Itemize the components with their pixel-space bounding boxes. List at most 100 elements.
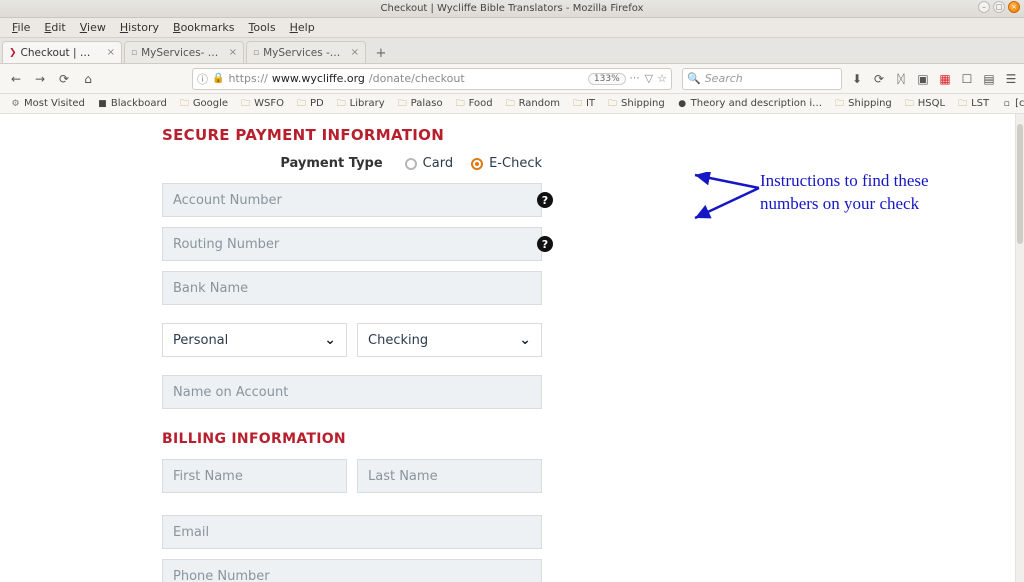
bookmark-item[interactable]: 🗀PD [292,97,328,110]
account-kind-select[interactable]: Checking ⌄ [357,323,542,357]
toolbar-icon-0[interactable]: ⬇ [850,72,864,86]
bookmark-label: [cpufreq] [1015,98,1024,109]
scrollbar-thumb[interactable] [1017,124,1023,244]
toolbar-icon-5[interactable]: ☐ [960,72,974,86]
bookmark-item[interactable]: 🗀Food [451,97,497,110]
menu-help[interactable]: Help [284,19,321,36]
bookmark-item[interactable]: 🗀Shipping [603,97,669,110]
window-minimize-button[interactable]: – [978,1,990,13]
bookmark-item[interactable]: 🗀Shipping [830,97,896,110]
toolbar-icon-6[interactable]: ▤ [982,72,996,86]
bookmark-label: Random [519,98,560,109]
url-bar[interactable]: ⓘ 🔒 https://www.wycliffe.org/donate/chec… [192,68,672,90]
payment-type-card-radio[interactable]: Card [405,156,453,171]
phone-input[interactable]: Phone Number [162,559,542,582]
tab-close-icon[interactable]: × [107,47,115,58]
bookmark-favicon-icon: 🗀 [240,98,251,109]
bookmark-label: PD [310,98,324,109]
page-actions-menu[interactable]: ⋯ [630,73,641,84]
bookmark-item[interactable]: 🗀LST [953,97,993,110]
menu-history[interactable]: History [114,19,165,36]
bank-name-input[interactable]: Bank Name [162,271,542,305]
menu-edit[interactable]: Edit [38,19,71,36]
annotation-text: Instructions to find these numbers on yo… [760,170,990,216]
email-input[interactable]: Email [162,515,542,549]
nav-back-button[interactable]: ← [6,69,26,89]
nav-toolbar: ← → ⟳ ⌂ ⓘ 🔒 https://www.wycliffe.org/don… [0,64,1024,94]
toolbar-icon-2[interactable]: ᛞ [894,72,908,86]
info-icon[interactable]: ⓘ [197,71,208,87]
bookmark-item[interactable]: 🗀Random [501,97,564,110]
browser-tab-1[interactable]: ▫ MyServices- MyDonationHist… × [124,41,244,63]
bookmark-favicon-icon: 🗀 [505,98,516,109]
search-bar[interactable]: 🔍 Search [682,68,842,90]
input-placeholder: Routing Number [173,237,279,252]
input-placeholder: Last Name [368,469,438,484]
menu-file[interactable]: File [6,19,36,36]
bookmark-label: Palaso [411,98,443,109]
bookmark-favicon-icon: 🗀 [179,98,190,109]
bookmark-item[interactable]: 🗀Library [332,97,389,110]
bookmark-favicon-icon: 🗀 [296,98,307,109]
bookmark-favicon-icon: 🗀 [904,98,915,109]
bookmark-item[interactable]: 🗀HSQL [900,97,949,110]
bookmark-item[interactable]: ▫[cpufreq] [997,97,1024,110]
search-icon: 🔍 [687,72,701,85]
bookmark-label: WSFO [254,98,284,109]
bookmark-item[interactable]: 🗀IT [568,97,599,110]
tab-close-icon[interactable]: × [229,47,237,58]
url-path: /donate/checkout [369,72,584,85]
bookmark-item[interactable]: 🗀Palaso [393,97,447,110]
tab-favicon-icon: ▫ [131,47,137,59]
nav-forward-button[interactable]: → [30,69,50,89]
toolbar-icon-4[interactable]: ▦ [938,72,952,86]
bookmark-item[interactable]: 🗀Google [175,97,232,110]
bookmark-item[interactable]: ■Blackboard [93,97,171,110]
last-name-input[interactable]: Last Name [357,459,542,493]
nav-reload-button[interactable]: ⟳ [54,69,74,89]
select-value: Personal [173,333,228,348]
url-protocol: https:// [228,72,267,85]
tab-close-icon[interactable]: × [351,47,359,58]
page-viewport: SECURE PAYMENT INFORMATION Payment Type … [0,114,1024,582]
window-maximize-button[interactable]: □ [993,1,1005,13]
bookmark-favicon-icon: ● [677,98,688,109]
toolbar-icon-1[interactable]: ⟳ [872,72,886,86]
toolbar-icon-7[interactable]: ☰ [1004,72,1018,86]
bookmark-item[interactable]: ●Theory and description i… [673,97,826,110]
bookmark-label: Library [350,98,385,109]
bookmark-item[interactable]: 🗀WSFO [236,97,288,110]
zoom-badge[interactable]: 133% [588,73,626,85]
account-number-input[interactable]: Account Number ? [162,183,542,217]
menu-tools[interactable]: Tools [242,19,281,36]
input-placeholder: Email [173,525,209,540]
window-title: Checkout | Wycliffe Bible Translators - … [381,3,644,14]
page-scrollbar[interactable] [1015,114,1024,582]
toolbar-icon-3[interactable]: ▣ [916,72,930,86]
payment-type-row: Payment Type Card E-Check [162,156,862,171]
tracking-shield-icon[interactable]: ▽ [645,72,653,85]
browser-tab-2[interactable]: ▫MyServices - ViewDonorHisto…× [246,41,366,63]
menu-view[interactable]: View [74,19,112,36]
window-close-button[interactable]: × [1008,1,1020,13]
first-name-input[interactable]: First Name [162,459,347,493]
browser-tab-0[interactable]: ❯Checkout | Wycliffe Bible T…× [2,41,122,63]
billing-info-heading: BILLING INFORMATION [162,431,862,447]
routing-number-help-icon[interactable]: ? [537,236,553,252]
routing-number-input[interactable]: Routing Number ? [162,227,542,261]
annotation-line1: Instructions to find these [760,170,990,193]
payment-type-echeck-radio[interactable]: E-Check [471,156,542,171]
menu-bookmarks[interactable]: Bookmarks [167,19,240,36]
bookmark-star-icon[interactable]: ☆ [657,72,667,85]
name-on-account-input[interactable]: Name on Account [162,375,542,409]
account-owner-type-select[interactable]: Personal ⌄ [162,323,347,357]
input-placeholder: Bank Name [173,281,248,296]
account-number-help-icon[interactable]: ? [537,192,553,208]
bookmark-label: LST [971,98,989,109]
bookmark-item[interactable]: ⚙Most Visited [6,97,89,110]
bookmark-label: Most Visited [24,98,85,109]
new-tab-button[interactable]: + [370,43,392,63]
nav-home-button[interactable]: ⌂ [78,69,98,89]
tab-label: MyServices - ViewDonorHisto… [263,47,343,59]
tab-label: MyServices- MyDonationHist… [141,47,221,59]
